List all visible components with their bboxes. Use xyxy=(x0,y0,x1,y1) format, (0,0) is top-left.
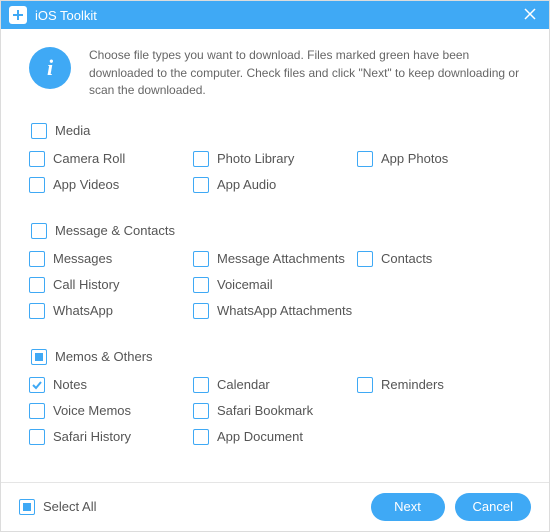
checkbox-box xyxy=(29,277,45,293)
app-icon xyxy=(9,6,27,24)
checkbox-safari-bookmark[interactable]: Safari Bookmark xyxy=(193,400,357,422)
checkbox-box xyxy=(29,429,45,445)
checkbox-box xyxy=(31,223,47,239)
close-icon xyxy=(524,8,536,20)
checkbox-reminders[interactable]: Reminders xyxy=(357,374,521,396)
checkbox-contacts[interactable]: Contacts xyxy=(357,248,521,270)
checkbox-label: Select All xyxy=(43,499,96,514)
checkbox-label: Notes xyxy=(53,377,87,392)
group-memos-cols: Notes Voice Memos Safari History Calenda… xyxy=(29,374,521,452)
cancel-button[interactable]: Cancel xyxy=(455,493,531,521)
checkbox-box xyxy=(29,177,45,193)
content: i Choose file types you want to download… xyxy=(1,29,549,481)
window: iOS Toolkit i Choose file types you want… xyxy=(0,0,550,532)
footer: Select All Next Cancel xyxy=(1,482,549,531)
check-icon xyxy=(31,379,43,391)
checkbox-label: App Photos xyxy=(381,151,448,166)
checkbox-notes[interactable]: Notes xyxy=(29,374,193,396)
checkbox-label: WhatsApp xyxy=(53,303,113,318)
checkbox-media[interactable]: Media xyxy=(31,120,521,142)
checkbox-box xyxy=(193,177,209,193)
checkbox-box xyxy=(19,499,35,515)
window-title: iOS Toolkit xyxy=(35,8,519,23)
group-media-head: Media xyxy=(31,120,521,142)
checkbox-label: Message & Contacts xyxy=(55,223,175,238)
group-memos-head: Memos & Others xyxy=(31,346,521,368)
checkbox-camera-roll[interactable]: Camera Roll xyxy=(29,148,193,170)
checkbox-box xyxy=(29,303,45,319)
checkbox-whatsapp[interactable]: WhatsApp xyxy=(29,300,193,322)
checkbox-box xyxy=(193,377,209,393)
info-text: Choose file types you want to download. … xyxy=(89,47,521,99)
checkbox-box xyxy=(357,151,373,167)
groups: Media Camera Roll App Videos Photo Libra… xyxy=(29,120,521,472)
checkbox-label: Photo Library xyxy=(217,151,294,166)
group-messages-cols: Messages Call History WhatsApp Message A… xyxy=(29,248,521,326)
info-icon: i xyxy=(29,47,71,89)
checkbox-box xyxy=(31,123,47,139)
checkbox-label: Voicemail xyxy=(217,277,273,292)
checkbox-box xyxy=(193,403,209,419)
checkbox-box xyxy=(193,303,209,319)
checkbox-message-contacts[interactable]: Message & Contacts xyxy=(31,220,521,242)
checkbox-app-photos[interactable]: App Photos xyxy=(357,148,521,170)
checkbox-photo-library[interactable]: Photo Library xyxy=(193,148,357,170)
checkbox-whatsapp-attachments[interactable]: WhatsApp Attachments xyxy=(193,300,357,322)
checkbox-label: Message Attachments xyxy=(217,251,345,266)
checkbox-select-all[interactable]: Select All xyxy=(19,496,96,518)
checkbox-label: Reminders xyxy=(381,377,444,392)
checkbox-label: Camera Roll xyxy=(53,151,125,166)
checkbox-voicemail[interactable]: Voicemail xyxy=(193,274,357,296)
checkbox-label: Media xyxy=(55,123,90,138)
close-button[interactable] xyxy=(519,8,541,22)
checkbox-label: App Videos xyxy=(53,177,119,192)
next-button[interactable]: Next xyxy=(371,493,445,521)
indeterminate-mark xyxy=(35,353,43,361)
checkbox-messages[interactable]: Messages xyxy=(29,248,193,270)
checkbox-label: Call History xyxy=(53,277,119,292)
group-media: Media Camera Roll App Videos Photo Libra… xyxy=(29,120,521,200)
checkbox-box xyxy=(193,251,209,267)
checkbox-box xyxy=(193,277,209,293)
indeterminate-mark xyxy=(23,503,31,511)
checkbox-app-videos[interactable]: App Videos xyxy=(29,174,193,196)
checkbox-safari-history[interactable]: Safari History xyxy=(29,426,193,448)
checkbox-call-history[interactable]: Call History xyxy=(29,274,193,296)
checkbox-box xyxy=(29,403,45,419)
checkbox-box xyxy=(29,251,45,267)
titlebar: iOS Toolkit xyxy=(1,1,549,29)
checkbox-label: Contacts xyxy=(381,251,432,266)
checkbox-label: App Document xyxy=(217,429,303,444)
checkbox-box xyxy=(357,251,373,267)
checkbox-label: App Audio xyxy=(217,177,276,192)
group-memos: Memos & Others Notes Voice Memos Safari … xyxy=(29,346,521,452)
checkbox-box xyxy=(193,429,209,445)
checkbox-box xyxy=(31,349,47,365)
checkbox-label: Voice Memos xyxy=(53,403,131,418)
checkbox-box xyxy=(29,151,45,167)
checkbox-label: Calendar xyxy=(217,377,270,392)
checkbox-box xyxy=(357,377,373,393)
group-messages: Message & Contacts Messages Call History… xyxy=(29,220,521,326)
group-messages-head: Message & Contacts xyxy=(31,220,521,242)
checkbox-message-attachments[interactable]: Message Attachments xyxy=(193,248,357,270)
checkbox-box xyxy=(193,151,209,167)
checkbox-label: WhatsApp Attachments xyxy=(217,303,352,318)
checkbox-memos-others[interactable]: Memos & Others xyxy=(31,346,521,368)
checkbox-label: Memos & Others xyxy=(55,349,153,364)
checkbox-box xyxy=(29,377,45,393)
checkbox-app-audio[interactable]: App Audio xyxy=(193,174,357,196)
checkbox-label: Safari History xyxy=(53,429,131,444)
checkbox-label: Messages xyxy=(53,251,112,266)
checkbox-app-document[interactable]: App Document xyxy=(193,426,357,448)
checkbox-label: Safari Bookmark xyxy=(217,403,313,418)
checkbox-voice-memos[interactable]: Voice Memos xyxy=(29,400,193,422)
info-row: i Choose file types you want to download… xyxy=(29,47,521,99)
group-media-cols: Camera Roll App Videos Photo Library App… xyxy=(29,148,521,200)
checkbox-calendar[interactable]: Calendar xyxy=(193,374,357,396)
